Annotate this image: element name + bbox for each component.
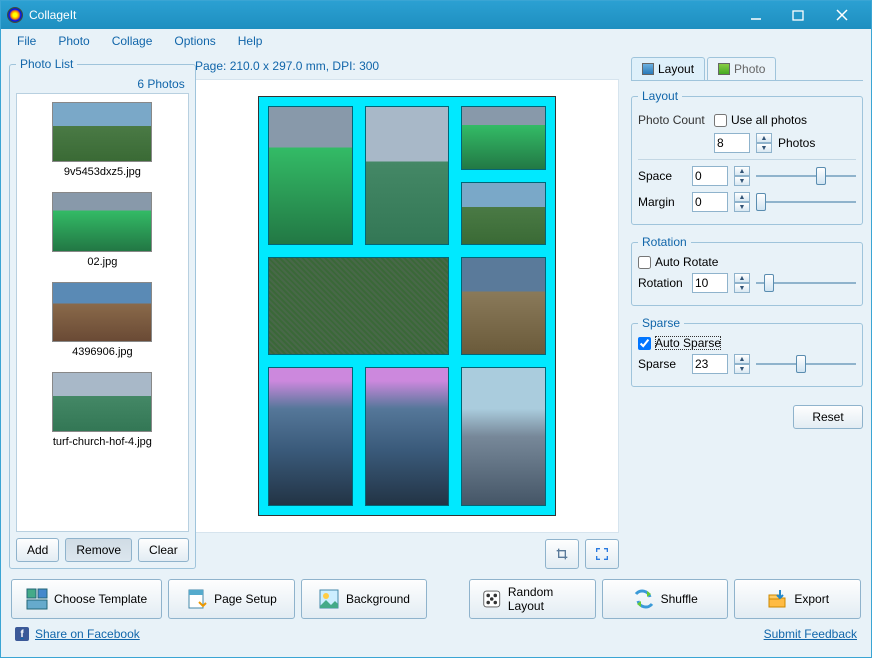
submit-feedback-link[interactable]: Submit Feedback: [764, 627, 857, 641]
space-slider[interactable]: [756, 167, 856, 185]
rotation-spinner[interactable]: ▲▼: [734, 273, 750, 293]
space-input[interactable]: [692, 166, 728, 186]
add-button[interactable]: Add: [16, 538, 59, 562]
menu-file[interactable]: File: [7, 31, 46, 51]
layout-group: Layout Photo Count Use all photos ▲▼ Pho…: [631, 89, 863, 225]
margin-spinner[interactable]: ▲▼: [734, 192, 750, 212]
titlebar: CollageIt: [1, 1, 871, 29]
sparse-group: Sparse Auto Sparse Sparse ▲▼: [631, 316, 863, 387]
random-layout-button[interactable]: Random Layout: [469, 579, 596, 619]
thumbnail-icon: [52, 102, 152, 162]
sparse-input[interactable]: [692, 354, 728, 374]
layout-icon: [642, 63, 654, 75]
menu-collage[interactable]: Collage: [102, 31, 163, 51]
collage-cell: [458, 254, 549, 358]
list-item[interactable]: 9v5453dxz5.jpg: [17, 94, 188, 184]
list-item[interactable]: 02.jpg: [17, 184, 188, 274]
menu-options[interactable]: Options: [164, 31, 225, 51]
menubar: File Photo Collage Options Help: [1, 29, 871, 53]
shuffle-button[interactable]: Shuffle: [602, 579, 729, 619]
photo-count-label: 6 Photos: [16, 77, 189, 93]
side-tabs: Layout Photo: [631, 57, 863, 81]
collage-preview: [258, 96, 556, 516]
list-item[interactable]: 4396906.jpg: [17, 274, 188, 364]
menu-help[interactable]: Help: [228, 31, 273, 51]
photo-count-label: Photo Count: [638, 113, 708, 127]
collage-cell: [458, 179, 549, 249]
fullscreen-button[interactable]: [585, 539, 619, 569]
thumbnail-icon: [52, 372, 152, 432]
auto-sparse-checkbox[interactable]: Auto Sparse: [638, 336, 856, 350]
menu-photo[interactable]: Photo: [48, 31, 99, 51]
facebook-icon: f: [15, 627, 29, 641]
share-facebook-link[interactable]: fShare on Facebook: [15, 627, 140, 641]
photo-icon: [718, 63, 730, 75]
space-spinner[interactable]: ▲▼: [734, 166, 750, 186]
collage-cell: [458, 103, 549, 173]
photo-list-title: Photo List: [16, 57, 77, 71]
collage-canvas[interactable]: [195, 79, 619, 533]
photo-count-input[interactable]: [714, 133, 750, 153]
page-info: Page: 210.0 x 297.0 mm, DPI: 300: [195, 57, 619, 79]
collage-cell: [362, 364, 453, 509]
choose-template-button[interactable]: Choose Template: [11, 579, 162, 619]
window-title: CollageIt: [29, 8, 735, 22]
margin-input[interactable]: [692, 192, 728, 212]
page-setup-button[interactable]: Page Setup: [168, 579, 295, 619]
background-button[interactable]: Background: [301, 579, 428, 619]
collage-cell: [265, 103, 356, 248]
sparse-slider[interactable]: [756, 355, 856, 373]
sparse-spinner[interactable]: ▲▼: [734, 354, 750, 374]
thumbnail-icon: [52, 282, 152, 342]
collage-cell: [362, 103, 453, 248]
use-all-photos-checkbox[interactable]: Use all photos: [714, 113, 807, 127]
export-button[interactable]: Export: [734, 579, 861, 619]
collage-cell: [265, 364, 356, 509]
thumbnail-icon: [52, 192, 152, 252]
collage-cell: [458, 364, 549, 509]
minimize-button[interactable]: [735, 1, 777, 29]
list-item[interactable]: turf-church-hof-4.jpg: [17, 364, 188, 454]
photo-list-panel: Photo List 6 Photos 9v5453dxz5.jpg 02.jp…: [9, 57, 196, 569]
margin-slider[interactable]: [756, 193, 856, 211]
rotation-group: Rotation Auto Rotate Rotation ▲▼: [631, 235, 863, 306]
rotation-slider[interactable]: [756, 274, 856, 292]
maximize-button[interactable]: [777, 1, 819, 29]
tab-photo[interactable]: Photo: [707, 57, 776, 80]
reset-button[interactable]: Reset: [793, 405, 863, 429]
app-logo-icon: [7, 7, 23, 23]
clear-button[interactable]: Clear: [138, 538, 189, 562]
rotation-input[interactable]: [692, 273, 728, 293]
photo-count-spinner[interactable]: ▲▼: [756, 133, 772, 153]
remove-button[interactable]: Remove: [65, 538, 132, 562]
collage-cell: [265, 254, 452, 358]
auto-rotate-checkbox[interactable]: Auto Rotate: [638, 255, 856, 269]
close-button[interactable]: [819, 1, 865, 29]
photo-thumbnails[interactable]: 9v5453dxz5.jpg 02.jpg 4396906.jpg turf-c…: [16, 93, 189, 532]
crop-button[interactable]: [545, 539, 579, 569]
bottom-toolbar: Choose Template Page Setup Background Ra…: [1, 573, 871, 625]
tab-layout[interactable]: Layout: [631, 57, 705, 80]
